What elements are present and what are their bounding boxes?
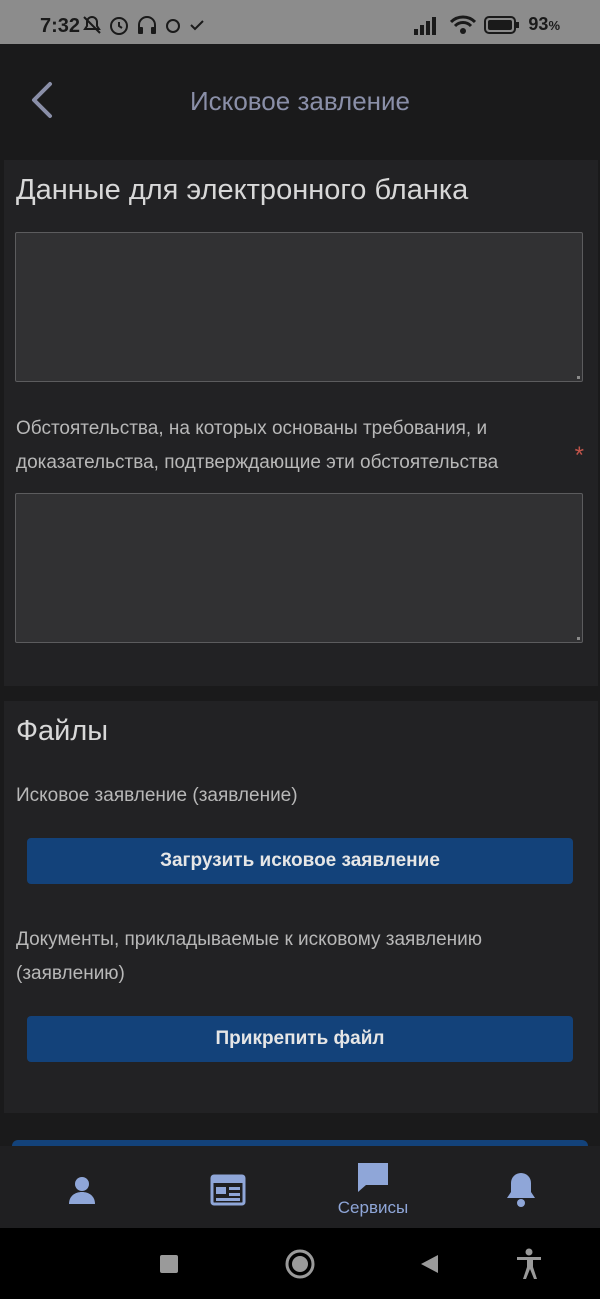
nav-profile[interactable] [7,1146,157,1228]
battery-percent: 93% [528,14,560,34]
profile-icon [69,1177,95,1204]
app-header: Исковое завление [0,44,600,158]
check-icon [190,20,204,31]
status-time: 7:32 [40,15,81,37]
chat-icon [358,1163,388,1192]
section-title: Данные для электронного бланка [16,174,469,206]
required-mark: * [574,442,584,469]
nav-news[interactable] [153,1146,303,1228]
alarm-icon [110,17,128,35]
upload-claim-button[interactable]: Загрузить исковое заявление [27,838,573,884]
headphones-icon [138,16,156,34]
bottom-navigation: Сервисы [0,1146,600,1228]
news-icon [210,1174,246,1206]
home-icon[interactable] [285,1249,315,1279]
battery-icon [484,15,520,34]
status-bar: 7:32 93% [0,0,600,44]
section-title: Файлы [16,715,109,747]
form-textarea-1[interactable] [15,232,583,382]
nav-services[interactable]: Сервисы [298,1146,448,1228]
files-section: Файлы Исковое заявление (заявление) Загр… [4,701,598,1113]
circumstances-textarea[interactable] [15,493,583,643]
bell-icon [507,1173,535,1207]
alarm-small-icon [166,19,180,33]
claim-label: Исковое заявление (заявление) [16,785,298,806]
form-data-section: Данные для электронного бланка Обстоятел… [4,160,598,686]
muted-bell-icon [83,15,101,34]
resize-grip-icon[interactable] [577,376,580,379]
circumstances-label: Обстоятельства, на которых основаны треб… [16,418,499,473]
page-title: Исковое завление [189,86,411,116]
system-navigation-bar [0,1228,600,1299]
attach-file-button[interactable]: Прикрепить файл [27,1016,573,1062]
accessibility-icon[interactable] [514,1248,544,1280]
wifi-icon [450,15,477,34]
signal-icon [414,16,437,35]
nav-services-label: Сервисы [337,1198,409,1217]
documents-label: Документы, прикладываемые к исковому зая… [16,929,483,984]
resize-grip-icon[interactable] [577,637,580,640]
recent-apps-icon[interactable] [159,1254,179,1274]
nav-notifications[interactable] [446,1146,596,1228]
back-nav-icon[interactable] [418,1253,440,1275]
